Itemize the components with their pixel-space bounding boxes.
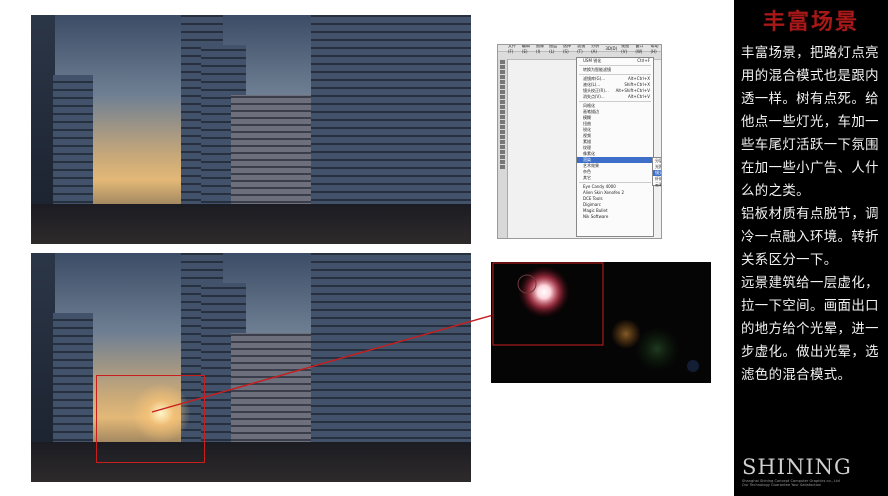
flare-core xyxy=(518,266,570,318)
panel-title: 丰富场景 xyxy=(762,9,859,35)
paragraph-scene: 丰富场景，把路灯点亮用的混合模式也是跟内透一样。树有点死。给他点一些灯光，车加一… xyxy=(741,46,879,199)
flare-ghost-green xyxy=(635,327,679,371)
lens-flare-graphic xyxy=(492,262,699,372)
logo-wordmark: SHINING xyxy=(742,455,852,479)
paragraph-depth: 远景建筑给一层虚化，拉一下空间。画面出口的地方给个光晕，进一步虚化。做出光晕，选… xyxy=(741,276,879,383)
description-panel: 丰富场景 丰富场景，把路灯点亮用的混合模式也是跟内透一样。树有点死。给他点一些灯… xyxy=(734,0,888,496)
lens-flare-sample xyxy=(491,262,711,383)
annotation-connector-line xyxy=(151,303,533,413)
company-logo: SHINING Shanghai Shining Concept Compute… xyxy=(742,455,882,487)
panel-body: 丰富场景，把路灯点亮用的混合模式也是跟内透一样。树有点死。给他点一些灯光，车加一… xyxy=(741,42,886,387)
paragraph-material: 铝板材质有点脱节，调冷一点融入环境。转折关系区分一下。 xyxy=(741,207,879,268)
flare-ghost-blue xyxy=(687,360,699,372)
logo-tagline: Our Technology Guarantee Your Satisfacti… xyxy=(742,483,822,487)
